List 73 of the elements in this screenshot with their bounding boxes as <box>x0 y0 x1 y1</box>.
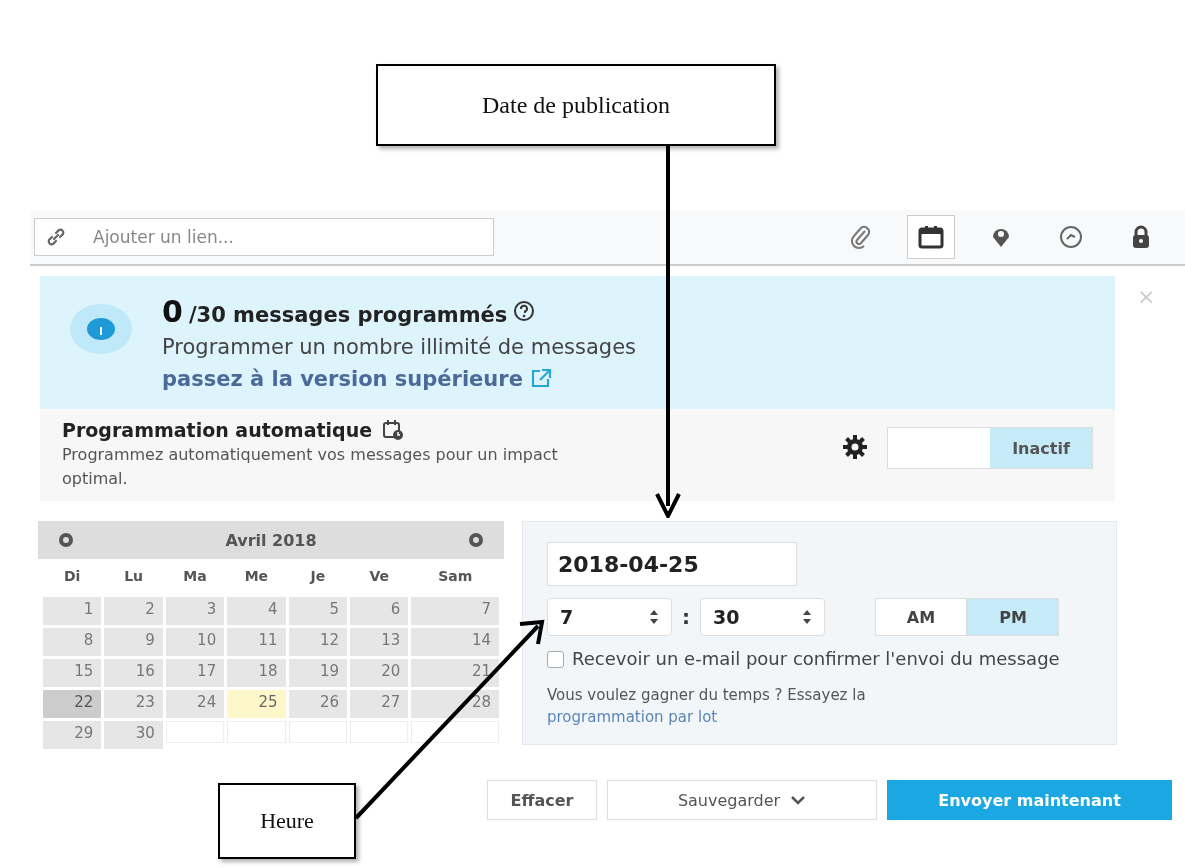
calendar-day[interactable]: 9 <box>104 628 163 656</box>
calendar-clock-icon <box>382 419 405 441</box>
calendar-day[interactable]: 22 <box>43 690 102 718</box>
calendar-day[interactable]: 16 <box>104 659 163 687</box>
scheduled-count: 0 <box>162 294 183 329</box>
date-field[interactable]: 2018-04-25 <box>547 542 797 586</box>
calendar-day[interactable]: 29 <box>43 721 102 749</box>
calendar-day[interactable]: 5 <box>288 597 347 625</box>
calendar-day[interactable]: 26 <box>288 690 347 718</box>
calendar-day[interactable]: 11 <box>227 628 286 656</box>
callout-label: Heure <box>218 783 356 859</box>
toolbar-button[interactable] <box>907 215 955 259</box>
calendar-day[interactable]: 10 <box>165 628 225 656</box>
spinner-arrows-icon <box>802 609 812 625</box>
calendar-day[interactable]: 4 <box>227 597 286 625</box>
weekday-label: Ve <box>368 567 390 586</box>
previous-month-button[interactable] <box>58 532 74 548</box>
settings-icon[interactable] <box>841 433 869 461</box>
calendar-day[interactable]: 13 <box>350 628 409 656</box>
section-description: Programmez automatiquement vos messages pour un impact optimal. <box>62 444 559 490</box>
calendar-day[interactable]: 28 <box>411 690 499 718</box>
calendar-day[interactable]: 19 <box>288 659 347 687</box>
month-title: Avril 2018 <box>225 530 317 550</box>
calendar-day[interactable]: 21 <box>411 659 499 687</box>
save-dropdown-button[interactable]: Sauvegarder <box>607 780 877 820</box>
calendar-day[interactable]: 12 <box>288 628 347 656</box>
info-icon <box>70 304 132 354</box>
clear-button[interactable]: Effacer <box>487 780 597 820</box>
calendar-day[interactable]: 15 <box>43 659 102 687</box>
calendar-day[interactable]: 18 <box>227 659 286 687</box>
weekday-label: Me <box>243 567 270 586</box>
calendar-day[interactable]: 6 <box>350 597 409 625</box>
upgrade-link[interactable]: passez à la version supérieure <box>162 367 523 391</box>
calendar-day[interactable]: 8 <box>43 628 102 656</box>
hour-select[interactable]: 7 <box>547 598 672 636</box>
calendar-day[interactable]: 7 <box>411 597 499 625</box>
toggle-switch[interactable]: Inactif <box>887 427 1093 469</box>
weekday-label: Ma <box>182 567 208 586</box>
send-now-button[interactable]: Envoyer maintenant <box>887 780 1172 820</box>
calendar-day[interactable]: 30 <box>104 721 163 749</box>
section-title: Programmation automatique <box>62 419 373 441</box>
link-input-field[interactable]: Ajouter un lien... <box>34 218 494 256</box>
spinner-arrows-icon <box>649 609 659 625</box>
weekday-label: Lu <box>123 567 145 586</box>
checkbox[interactable] <box>547 651 564 668</box>
minute-select[interactable]: 30 <box>700 598 825 636</box>
caret-icon <box>790 795 807 805</box>
calendar-icon <box>916 223 946 251</box>
meridiem-option[interactable]: PM <box>967 598 1059 636</box>
weekday-label: Je <box>308 567 327 586</box>
calendar-day[interactable]: 25 <box>227 690 286 718</box>
next-month-button[interactable] <box>468 532 484 548</box>
calendar-day[interactable]: 17 <box>165 659 225 687</box>
calendar-day[interactable]: 1 <box>43 597 102 625</box>
bulk-schedule-link[interactable]: programmation par lot <box>547 708 718 726</box>
hint-text: Vous voulez gagner du temps ? Essayez la programmation par lot <box>547 685 867 728</box>
time-separator: : <box>682 605 690 629</box>
banner-title: /30 messages programmés <box>188 303 508 327</box>
weekday-label: Di <box>63 567 82 586</box>
calendar-day[interactable]: 3 <box>165 597 225 625</box>
calendar-day[interactable]: 24 <box>165 690 225 718</box>
external-link-icon[interactable] <box>529 368 552 388</box>
weekday-label: Sam <box>437 567 474 586</box>
calendar-day[interactable]: 2 <box>104 597 163 625</box>
calendar-day[interactable]: 20 <box>350 659 409 687</box>
callout-label: Date de publication <box>376 64 776 146</box>
calendar-day[interactable]: 23 <box>104 690 163 718</box>
calendar-day[interactable]: 14 <box>411 628 499 656</box>
help-icon[interactable] <box>513 300 536 322</box>
meridiem-option[interactable]: AM <box>875 598 967 636</box>
checkbox-label: Recevoir un e-mail pour confirmer l'envoi du message <box>572 647 1060 671</box>
calendar-day[interactable]: 27 <box>350 690 409 718</box>
banner-text: Programmer un nombre illimité de messages passez à la version supérieure <box>162 334 637 393</box>
